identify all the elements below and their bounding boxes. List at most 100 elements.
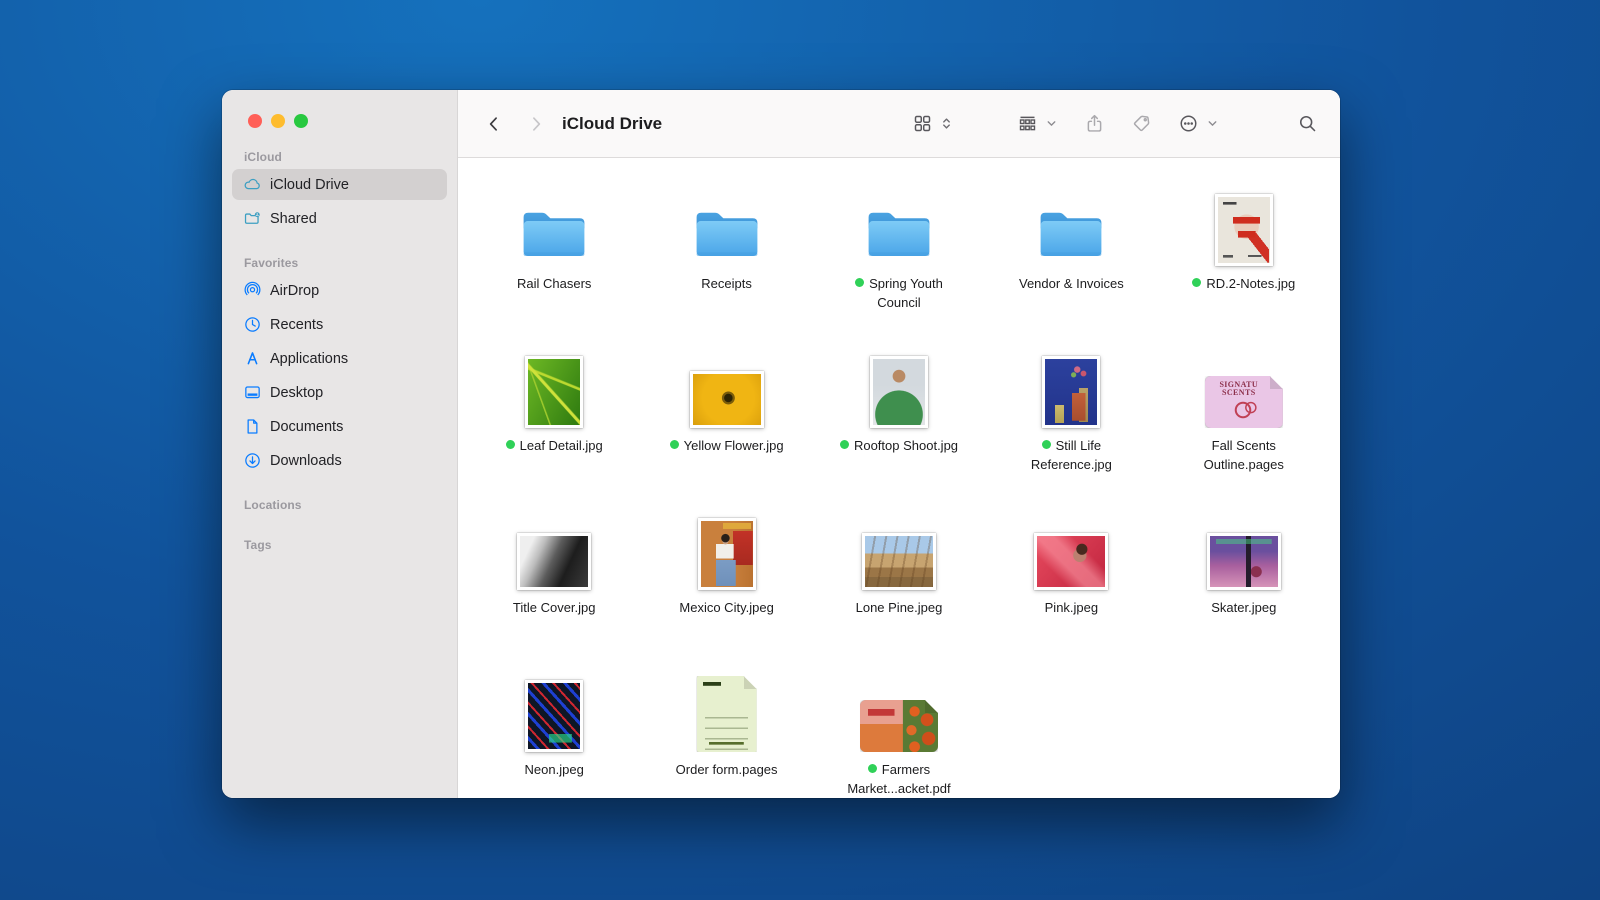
window-title: iCloud Drive xyxy=(562,114,662,134)
file-label: Yellow Flower.jpg xyxy=(670,436,784,455)
file-item[interactable]: Mexico City.jpeg xyxy=(640,484,812,646)
sidebar-section-header: Locations xyxy=(222,498,457,516)
sync-status-dot xyxy=(670,440,679,449)
group-chevron-down-icon[interactable] xyxy=(1045,109,1058,139)
file-thumbnail xyxy=(1215,194,1273,266)
download-icon xyxy=(243,451,262,470)
sidebar-item-applications[interactable]: Applications xyxy=(232,343,447,374)
toolbar: iCloud Drive xyxy=(458,90,1340,158)
thumbnail-text: SIGNATU SCENTS xyxy=(1205,381,1273,397)
tag-icon[interactable] xyxy=(1131,109,1152,139)
file-item[interactable]: Spring Youth Council xyxy=(813,160,985,322)
sidebar: iCloud iCloud Drive Shared Favorites Air… xyxy=(222,90,458,798)
folder-icon xyxy=(864,205,934,266)
shared-folder-icon xyxy=(243,209,262,228)
file-label: Mexico City.jpeg xyxy=(679,598,773,617)
forward-button[interactable] xyxy=(522,110,550,138)
file-thumbnail xyxy=(697,676,757,752)
grid-view-icon[interactable] xyxy=(912,109,933,139)
sidebar-section: Favorites AirDrop Recents Applications D… xyxy=(222,256,457,476)
sidebar-item-downloads[interactable]: Downloads xyxy=(232,445,447,476)
file-label: Rail Chasers xyxy=(517,274,591,293)
file-thumbnail xyxy=(690,371,764,428)
file-item[interactable]: Pink.jpeg xyxy=(985,484,1157,646)
file-label: Vendor & Invoices xyxy=(1019,274,1124,293)
zoom-button[interactable] xyxy=(294,114,308,128)
view-sort-chevrons-icon[interactable] xyxy=(940,109,953,139)
file-thumbnail xyxy=(1034,533,1108,590)
file-item[interactable]: RD.2-Notes.jpg xyxy=(1158,160,1330,322)
sync-status-dot xyxy=(855,278,864,287)
sidebar-item-label: Downloads xyxy=(270,453,342,469)
sync-status-dot xyxy=(506,440,515,449)
sidebar-section-header: Tags xyxy=(222,538,457,556)
desktop-background: { "window": { "traffic_lights": ["close"… xyxy=(0,0,1600,900)
file-grid: Rail Chasers Receipts Spring Youth Counc… xyxy=(458,158,1340,798)
file-label: Spring Youth Council xyxy=(836,274,962,312)
traffic-lights xyxy=(222,114,457,128)
file-item[interactable]: Neon.jpeg xyxy=(468,646,640,798)
file-label: Pink.jpeg xyxy=(1045,598,1098,617)
file-item[interactable]: Vendor & Invoices xyxy=(985,160,1157,322)
file-thumbnail xyxy=(860,700,938,752)
cloud-icon xyxy=(243,175,262,194)
file-label: Neon.jpeg xyxy=(525,760,584,779)
more-options-icon[interactable] xyxy=(1178,109,1199,139)
sidebar-section: Locations xyxy=(222,498,457,516)
file-label: Lone Pine.jpeg xyxy=(856,598,943,617)
file-label: Leaf Detail.jpg xyxy=(506,436,603,455)
file-item[interactable]: Order form.pages xyxy=(640,646,812,798)
file-label: Fall Scents Outline.pages xyxy=(1181,436,1307,474)
file-label: Farmers Market...acket.pdf xyxy=(836,760,962,798)
sync-status-dot xyxy=(840,440,849,449)
sidebar-item-icloud-drive[interactable]: iCloud Drive xyxy=(232,169,447,200)
sidebar-item-airdrop[interactable]: AirDrop xyxy=(232,275,447,306)
file-item[interactable]: SIGNATU SCENTS Fall Scents Outline.pages xyxy=(1158,322,1330,484)
more-chevron-down-icon[interactable] xyxy=(1206,109,1219,139)
sidebar-item-recents[interactable]: Recents xyxy=(232,309,447,340)
file-item[interactable]: Skater.jpeg xyxy=(1158,484,1330,646)
file-label: Still Life Reference.jpg xyxy=(1008,436,1134,474)
sync-status-dot xyxy=(868,764,877,773)
sidebar-item-label: Documents xyxy=(270,419,343,435)
file-item[interactable]: Title Cover.jpg xyxy=(468,484,640,646)
sidebar-item-label: Applications xyxy=(270,351,348,367)
back-button[interactable] xyxy=(480,110,508,138)
file-item[interactable]: Receipts xyxy=(640,160,812,322)
share-icon[interactable] xyxy=(1084,109,1105,139)
group-by-icon[interactable] xyxy=(1017,109,1038,139)
sidebar-item-shared[interactable]: Shared xyxy=(232,203,447,234)
file-label: Rooftop Shoot.jpg xyxy=(840,436,958,455)
desktop-icon xyxy=(243,383,262,402)
sidebar-item-documents[interactable]: Documents xyxy=(232,411,447,442)
finder-window: iCloud iCloud Drive Shared Favorites Air… xyxy=(222,90,1340,798)
file-item[interactable]: Still Life Reference.jpg xyxy=(985,322,1157,484)
sidebar-section-header: iCloud xyxy=(222,150,457,168)
app-a-icon xyxy=(243,349,262,368)
file-thumbnail xyxy=(525,356,583,428)
file-item[interactable]: Farmers Market...acket.pdf xyxy=(813,646,985,798)
main-pane: iCloud Drive xyxy=(458,90,1340,798)
sync-status-dot xyxy=(1042,440,1051,449)
clock-icon xyxy=(243,315,262,334)
sidebar-item-desktop[interactable]: Desktop xyxy=(232,377,447,408)
file-item[interactable]: Leaf Detail.jpg xyxy=(468,322,640,484)
file-thumbnail xyxy=(698,518,756,590)
file-label: Title Cover.jpg xyxy=(513,598,596,617)
folder-icon xyxy=(692,205,762,266)
sidebar-section: iCloud iCloud Drive Shared xyxy=(222,150,457,234)
search-icon[interactable] xyxy=(1297,109,1318,139)
file-item[interactable]: Rooftop Shoot.jpg xyxy=(813,322,985,484)
minimize-button[interactable] xyxy=(271,114,285,128)
sync-status-dot xyxy=(1192,278,1201,287)
file-label: Skater.jpeg xyxy=(1211,598,1276,617)
close-button[interactable] xyxy=(248,114,262,128)
file-thumbnail: SIGNATU SCENTS xyxy=(1205,376,1283,428)
document-icon xyxy=(243,417,262,436)
file-item[interactable]: Rail Chasers xyxy=(468,160,640,322)
file-item[interactable]: Yellow Flower.jpg xyxy=(640,322,812,484)
file-thumbnail xyxy=(870,356,928,428)
sidebar-item-label: Desktop xyxy=(270,385,323,401)
file-item[interactable]: Lone Pine.jpeg xyxy=(813,484,985,646)
file-label: Receipts xyxy=(701,274,752,293)
